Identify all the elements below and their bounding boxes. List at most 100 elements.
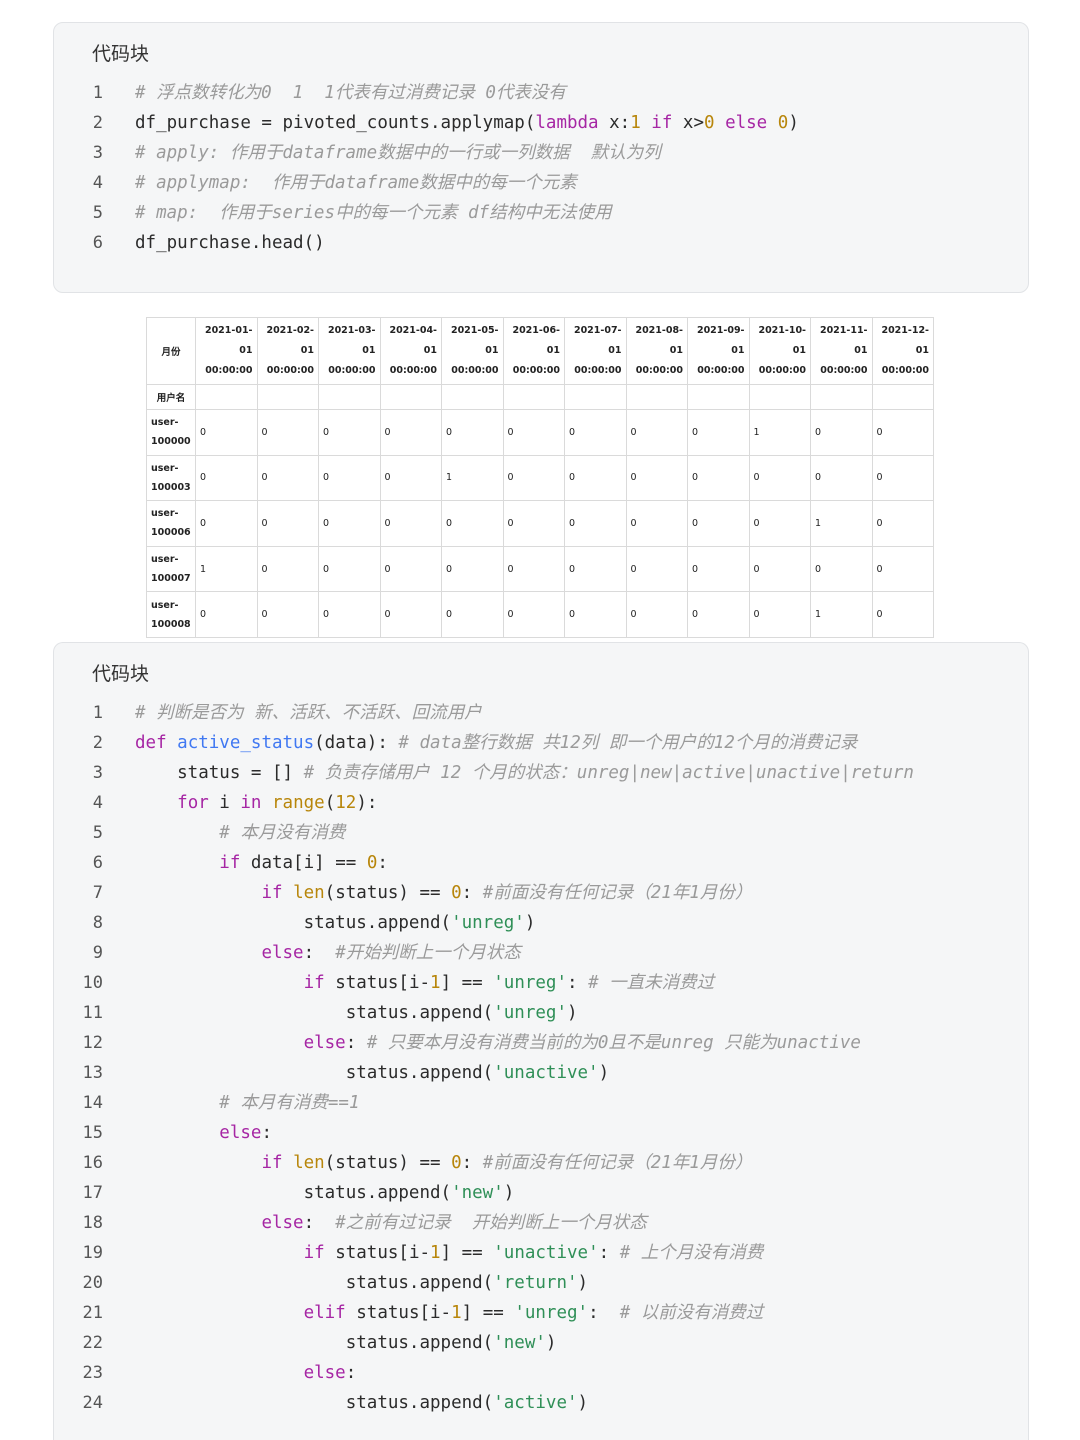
code-text: df_purchase.head() (135, 228, 325, 258)
code-token: lambda (535, 113, 599, 133)
code-token: # 浮点数转化为0 1 1代表有过消费记录 0代表没有 (135, 83, 566, 103)
column-header-text: 00:00:00 (697, 365, 745, 376)
line-number: 5 (92, 823, 103, 843)
code-line: 12 else: # 只要本月没有消费当前的为0且不是unreg 只能为unac… (54, 1028, 1028, 1058)
table-cell: 0 (502, 409, 565, 456)
line-number: 3 (92, 763, 103, 783)
code-token: else (219, 1123, 262, 1143)
line-number: 4 (92, 793, 103, 813)
table-cell: 0 (441, 591, 504, 638)
line-number: 24 (82, 1393, 103, 1413)
column-header-text: 2021-12-01 (881, 325, 929, 356)
table-cell: 0 (748, 591, 811, 638)
code-token: status.append( (135, 1063, 494, 1083)
column-header: 2021-09-01 00:00:00 (687, 317, 750, 385)
code-token: 0 (451, 1153, 462, 1173)
column-header-text: 2021-08-01 (635, 325, 683, 356)
code-text: def active_status(data): # data整行数据 共12列… (135, 728, 857, 758)
code-text: status.append('new') (135, 1178, 515, 1208)
code-token: #前面没有任何记录（21年1月份） (482, 883, 753, 903)
code-text: status.append('unreg') (135, 908, 536, 938)
row-index-text: user- (151, 599, 179, 611)
code-text: if len(status) == 0: #前面没有任何记录（21年1月份） (135, 1148, 752, 1178)
code-token: status[i- (345, 1303, 452, 1323)
code-token: else (261, 943, 304, 963)
code-block-2: 代码块 1 # 判断是否为 新、活跃、不活跃、回流用户 2 def active_st… (53, 642, 1029, 1440)
code-token: 12 (335, 793, 357, 813)
column-header: 2021-06-01 00:00:00 (502, 317, 565, 385)
row-index: user- 100008 (146, 591, 196, 638)
code-line: 1 # 浮点数转化为0 1 1代表有过消费记录 0代表没有 (54, 78, 1028, 108)
index-row-spacer (502, 384, 565, 410)
code-token: # map: 作用于series中的每一个元素 df结构中无法使用 (135, 203, 612, 223)
code-token: if (261, 1153, 283, 1173)
line-number: 1 (92, 83, 103, 103)
row-index-text: user- (151, 554, 179, 566)
code-token: 1 (451, 1303, 462, 1323)
code-line: 16 if len(status) == 0: #前面没有任何记录（21年1月份… (54, 1148, 1028, 1178)
code-text: else: (135, 1118, 272, 1148)
index-row-spacer (256, 384, 319, 410)
line-number: 8 (92, 913, 103, 933)
dataframe-output-table: 月份 2021-01-01 00:00:00 2021-02-01 00:00:00 2… (146, 317, 934, 638)
code-lines: 1 # 浮点数转化为0 1 1代表有过消费记录 0代表没有 2 df_purchase… (54, 78, 1028, 258)
code-text: # 浮点数转化为0 1 1代表有过消费记录 0代表没有 (135, 78, 566, 108)
code-token: status.append( (135, 1333, 494, 1353)
line-number: 9 (92, 943, 103, 963)
column-header: 2021-11-01 00:00:00 (810, 317, 873, 385)
code-token: else (303, 1363, 346, 1383)
code-text: # applymap: 作用于dataframe数据中的每一个元素 (135, 168, 577, 198)
table-cell: 0 (748, 454, 811, 502)
table-cell: 0 (379, 500, 442, 547)
line-number: 16 (82, 1153, 103, 1173)
code-line: 13 status.append('unactive') (54, 1058, 1028, 1088)
line-number: 12 (82, 1033, 103, 1053)
code-token: 1 (430, 1243, 441, 1263)
line-number: 13 (82, 1063, 103, 1083)
column-header: 2021-10-01 00:00:00 (748, 317, 811, 385)
table-cell: 0 (318, 545, 381, 593)
code-token: ] == (440, 1243, 494, 1263)
code-token: len (293, 1153, 325, 1173)
column-header: 2021-08-01 00:00:00 (625, 317, 688, 385)
code-token: : (345, 1363, 357, 1383)
code-line: 3 status = [] # 负责存储用户 12 个月的状态：unreg|ne… (54, 758, 1028, 788)
code-token: 'new' (493, 1333, 546, 1353)
code-token: status.append( (135, 1393, 494, 1413)
column-header: 2021-04-01 00:00:00 (379, 317, 442, 385)
code-line: 24 status.append('active') (54, 1388, 1028, 1418)
code-token: : (345, 1033, 367, 1053)
code-token: if (303, 1243, 325, 1263)
code-token: x: (598, 113, 631, 133)
code-line: 10 if status[i-1] == 'unreg': # 一直未消费过 (54, 968, 1028, 998)
code-text: else: #之前有过记录 开始判断上一个月状态 (135, 1208, 646, 1238)
code-token: 0 (451, 883, 462, 903)
index-row-spacer (379, 384, 442, 410)
column-header-text: 00:00:00 (451, 365, 499, 376)
code-token: 0 (366, 853, 378, 873)
column-header-text: 00:00:00 (512, 365, 560, 376)
code-token: # data整行数据 共12列 即一个用户的12个月的消费记录 (398, 733, 858, 753)
code-token: # applymap: 作用于dataframe数据中的每一个元素 (135, 173, 577, 193)
code-text: if status[i-1] == 'unreg': # 一直未消费过 (135, 968, 715, 998)
table-cell: 0 (748, 500, 811, 547)
code-line: 6 if data[i] == 0: (54, 848, 1028, 878)
code-token: else (303, 1033, 346, 1053)
code-text: status.append('unreg') (135, 998, 578, 1028)
code-token: : (598, 1243, 620, 1263)
code-token: : (567, 973, 589, 993)
row-index-text: 100008 (151, 618, 191, 630)
table-header-row: 月份 2021-01-01 00:00:00 2021-02-01 00:00:00 2… (146, 317, 934, 385)
code-token: status.append( (135, 913, 452, 933)
table-cell: 1 (810, 591, 873, 638)
column-header-text: 00:00:00 (205, 365, 253, 376)
table-cell: 0 (195, 409, 258, 456)
code-token: data[i] == (240, 853, 367, 873)
code-text: if data[i] == 0: (135, 848, 388, 878)
column-header-text: 00:00:00 (820, 365, 868, 376)
code-token: ) (577, 1393, 589, 1413)
